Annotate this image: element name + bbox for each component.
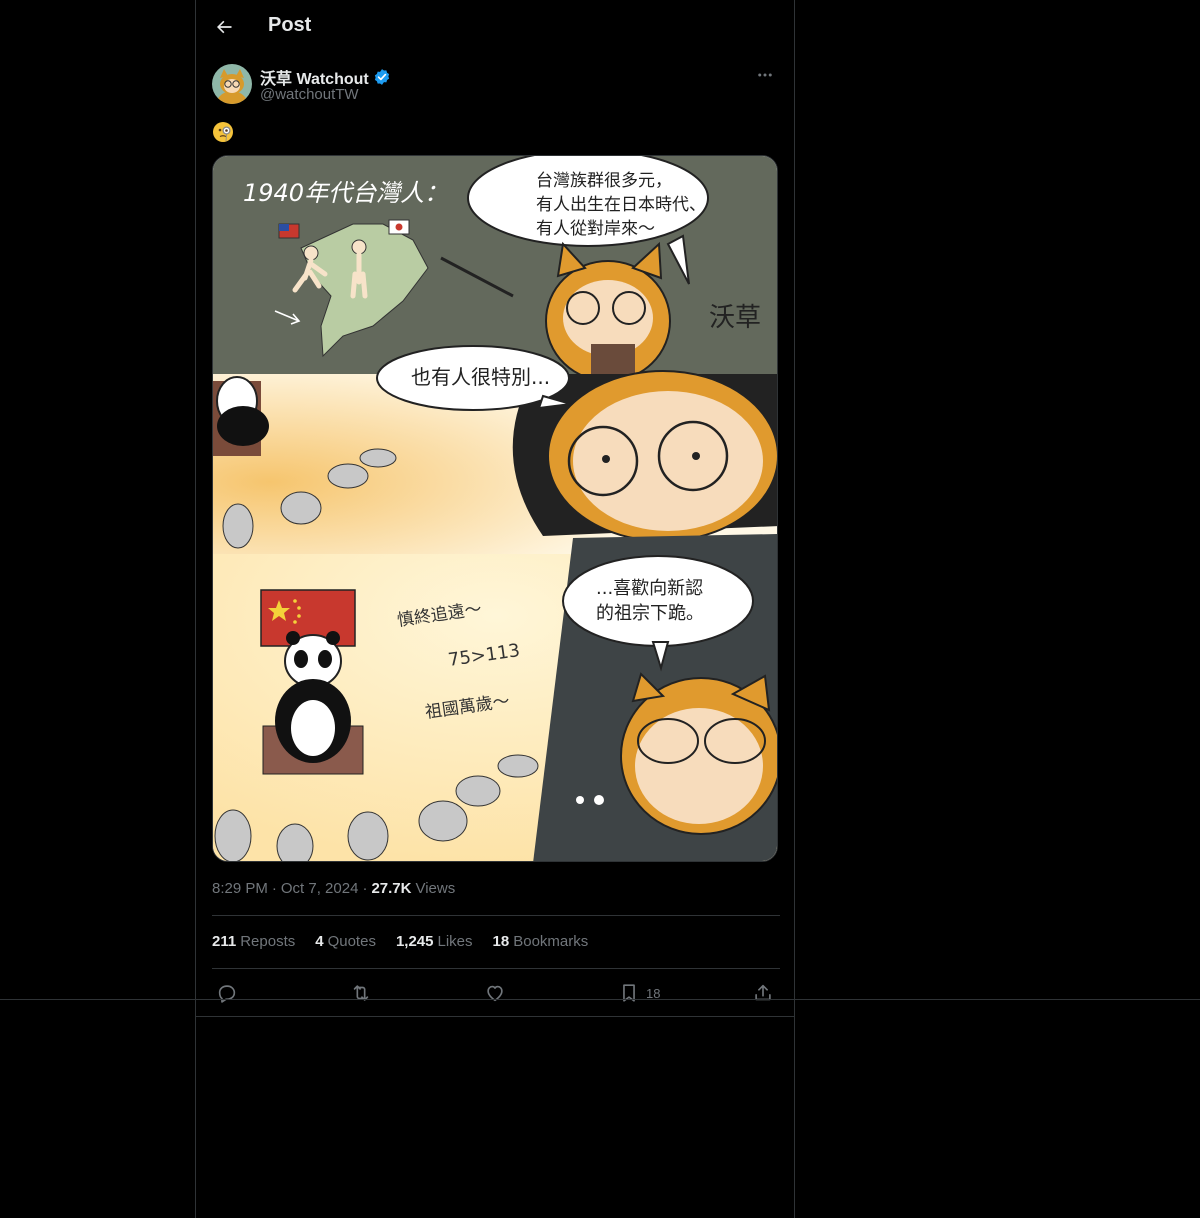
- avatar[interactable]: [212, 64, 252, 104]
- quotes-stat[interactable]: 4 Quotes: [315, 933, 376, 950]
- reply-icon: [218, 985, 236, 1003]
- reposts-stat[interactable]: 211 Reposts: [212, 933, 295, 950]
- divider: [212, 968, 780, 969]
- panel1-bubble-line2: 有人出生在日本時代、: [536, 195, 706, 215]
- divider: [196, 1016, 794, 1017]
- like-button[interactable]: [484, 980, 506, 1006]
- reply-button[interactable]: [216, 980, 238, 1006]
- engagement-stats: 211 Reposts 4 Quotes 1,245 Likes 18 Bookmark…: [212, 933, 588, 950]
- share-icon: [755, 984, 771, 1001]
- heart-icon: [487, 985, 503, 1002]
- panel2-bubble: 也有人很特別...: [411, 365, 550, 389]
- post-column: Post 沃草 Watchout @watchoutTW 1940年代台灣人： …: [195, 0, 795, 1218]
- repost-button[interactable]: [350, 980, 372, 1006]
- panel3-bubble-line1: ...喜歡向新認: [596, 578, 703, 599]
- verified-badge-icon: [374, 69, 389, 85]
- share-button[interactable]: [752, 980, 774, 1006]
- tweet-emoji: [212, 121, 236, 145]
- post-date[interactable]: Oct 7, 2024: [281, 880, 359, 897]
- views-label: Views: [415, 880, 456, 897]
- panel1-bubble-line1: 台灣族群很多元，: [536, 171, 672, 191]
- bookmark-button[interactable]: 18: [618, 980, 660, 1006]
- likes-stat[interactable]: 1,245 Likes: [396, 933, 473, 950]
- post-author: 沃草 Watchout @watchoutTW: [212, 64, 780, 108]
- monocle-face-emoji-icon: [213, 122, 233, 142]
- repost-icon: [353, 985, 369, 1001]
- more-options-button[interactable]: [752, 64, 778, 86]
- post-time[interactable]: 8:29 PM: [212, 880, 268, 897]
- divider: [212, 915, 780, 916]
- signature: 沃草: [709, 303, 761, 333]
- page-title: Post: [268, 14, 312, 36]
- author-handle[interactable]: @watchoutTW: [260, 86, 359, 103]
- bookmarks-stat[interactable]: 18 Bookmarks: [493, 933, 589, 950]
- post-metadata: 8:29 PM · Oct 7, 2024 · 27.7K Views: [212, 880, 456, 897]
- post-image-comic[interactable]: 1940年代台灣人： 台灣族群很多元， 有人出生在日本時代、 有人從對岸來～ 沃…: [212, 155, 778, 862]
- panel1-bubble-line3: 有人從對岸來～: [536, 219, 655, 239]
- more-horizontal-icon: [758, 73, 772, 77]
- page-header: Post: [196, 0, 796, 54]
- views-count: 27.7K: [371, 880, 412, 897]
- action-bar: 18: [212, 980, 780, 1006]
- panel1-caption: 1940年代台灣人：: [243, 179, 448, 207]
- panel3-bubble-line2: 的祖宗下跪。: [596, 603, 704, 624]
- arrow-left-icon: [217, 20, 232, 34]
- separator-line: [0, 999, 1200, 1000]
- bookmark-icon: [623, 984, 635, 1002]
- back-button[interactable]: [210, 13, 238, 41]
